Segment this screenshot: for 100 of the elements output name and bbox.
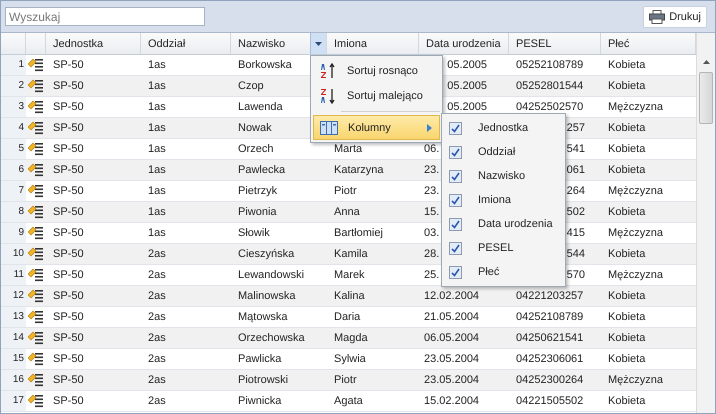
row-number: 4: [1, 118, 26, 138]
menu-item[interactable]: Data urodzenia: [442, 212, 565, 236]
table-cell: 2as: [148, 311, 166, 323]
row-number: 6: [1, 160, 26, 180]
table-cell: 21.05.2004: [424, 311, 480, 323]
checkbox[interactable]: [449, 218, 462, 230]
table-cell: 15.: [424, 206, 440, 218]
menu-item[interactable]: Płeć: [442, 260, 565, 284]
table-cell: Orzechowska: [238, 332, 305, 344]
table-cell: 05.2005: [447, 80, 487, 92]
table-cell: 264: [566, 185, 585, 197]
table-cell: Kobieta: [608, 206, 646, 218]
table-cell: SP-50: [53, 269, 84, 281]
column-header[interactable]: Nazwisko: [231, 33, 327, 54]
checkbox[interactable]: [449, 146, 462, 158]
menu-item[interactable]: Nazwisko: [442, 164, 565, 188]
row-number: 2: [1, 76, 26, 96]
table-cell: SP-50: [53, 332, 84, 344]
checkbox[interactable]: [449, 266, 462, 278]
table-cell: Mężczyzna: [608, 374, 664, 386]
print-button[interactable]: Drukuj: [643, 6, 707, 28]
table-cell: Kobieta: [608, 122, 646, 134]
menu-item[interactable]: PESEL: [442, 236, 565, 260]
table-cell: Kobieta: [608, 311, 646, 323]
edit-list-icon[interactable]: [28, 142, 44, 156]
table-cell: SP-50: [53, 374, 84, 386]
table-cell: 1as: [148, 101, 166, 113]
table-cell: 2as: [148, 395, 166, 407]
table-cell: 2as: [148, 374, 166, 386]
edit-list-icon[interactable]: [28, 58, 44, 72]
column-header[interactable]: Oddział: [141, 33, 231, 54]
scrollbar-thumb[interactable]: [699, 72, 713, 124]
table-cell: Kobieta: [608, 59, 646, 71]
table-cell: SP-50: [53, 311, 84, 323]
edit-list-icon[interactable]: [28, 310, 44, 324]
table-cell: Piwonia: [238, 206, 277, 218]
table-cell: 06.05.2004: [424, 332, 480, 344]
table-cell: Sylwia: [334, 353, 366, 365]
table-cell: SP-50: [53, 353, 84, 365]
edit-list-icon[interactable]: [28, 352, 44, 366]
row-number: 16: [1, 370, 26, 390]
sort-descending-icon: [319, 88, 337, 104]
column-header[interactable]: Jednostka: [46, 33, 141, 54]
edit-list-icon[interactable]: [28, 226, 44, 240]
table-cell: Lawenda: [238, 101, 283, 113]
row-number: 13: [1, 307, 26, 327]
table-cell: 1as: [148, 164, 166, 176]
table-cell: SP-50: [53, 227, 84, 239]
table-cell: Malinowska: [238, 290, 296, 302]
checkbox[interactable]: [449, 170, 462, 182]
table-cell: Pietrzyk: [238, 185, 278, 197]
table-cell: SP-50: [53, 143, 84, 155]
search-field[interactable]: Wyszukaj: [5, 7, 205, 26]
edit-list-icon[interactable]: [28, 289, 44, 303]
table-cell: Mężczyzna: [608, 101, 664, 113]
menu-item[interactable]: Sortuj malejąco: [313, 83, 440, 108]
table-cell: Piwnicka: [238, 395, 282, 407]
column-header[interactable]: Data urodzenia: [419, 33, 509, 54]
checkbox[interactable]: [449, 122, 462, 134]
table-cell: 06.: [424, 143, 440, 155]
edit-list-icon[interactable]: [28, 373, 44, 387]
column-menu-button[interactable]: [310, 33, 326, 54]
table-cell: Kobieta: [608, 353, 646, 365]
edit-list-icon[interactable]: [28, 79, 44, 93]
menu-item[interactable]: Oddział: [442, 140, 565, 164]
edit-list-icon[interactable]: [28, 394, 44, 408]
column-header[interactable]: PESEL: [509, 33, 601, 54]
edit-list-icon[interactable]: [28, 184, 44, 198]
row-number: 15: [1, 349, 26, 369]
menu-item[interactable]: Imiona: [442, 188, 565, 212]
table-cell: Kobieta: [608, 332, 646, 344]
edit-list-icon[interactable]: [28, 331, 44, 345]
table-cell: 23.05.2004: [424, 374, 480, 386]
menu-item[interactable]: Sortuj rosnąco: [313, 58, 440, 83]
table-cell: Katarzyna: [334, 164, 384, 176]
table-cell: 28.: [424, 248, 440, 260]
menu-item[interactable]: Jednostka: [442, 116, 565, 140]
table-cell: Bartłomiej: [334, 227, 383, 239]
table-cell: 1as: [148, 185, 166, 197]
edit-list-icon[interactable]: [28, 121, 44, 135]
checkbox[interactable]: [449, 242, 462, 254]
table-cell: Agata: [334, 395, 363, 407]
table-cell: 502: [566, 206, 585, 218]
table-cell: 1as: [148, 206, 166, 218]
checkbox[interactable]: [449, 194, 462, 206]
column-header[interactable]: Imiona: [327, 33, 419, 54]
table-cell: SP-50: [53, 101, 84, 113]
table-cell: SP-50: [53, 185, 84, 197]
table-cell: 2as: [148, 248, 166, 260]
table-cell: 05.2005: [447, 59, 487, 71]
table-cell: Kobieta: [608, 80, 646, 92]
edit-list-icon[interactable]: [28, 100, 44, 114]
edit-list-icon[interactable]: [28, 163, 44, 177]
table-cell: Marek: [334, 269, 365, 281]
submenu-arrow-icon: [427, 124, 432, 132]
menu-item[interactable]: Kolumny: [313, 115, 440, 140]
edit-list-icon[interactable]: [28, 247, 44, 261]
table-cell: 05.2005: [447, 101, 487, 113]
edit-list-icon[interactable]: [28, 205, 44, 219]
edit-list-icon[interactable]: [28, 268, 44, 282]
